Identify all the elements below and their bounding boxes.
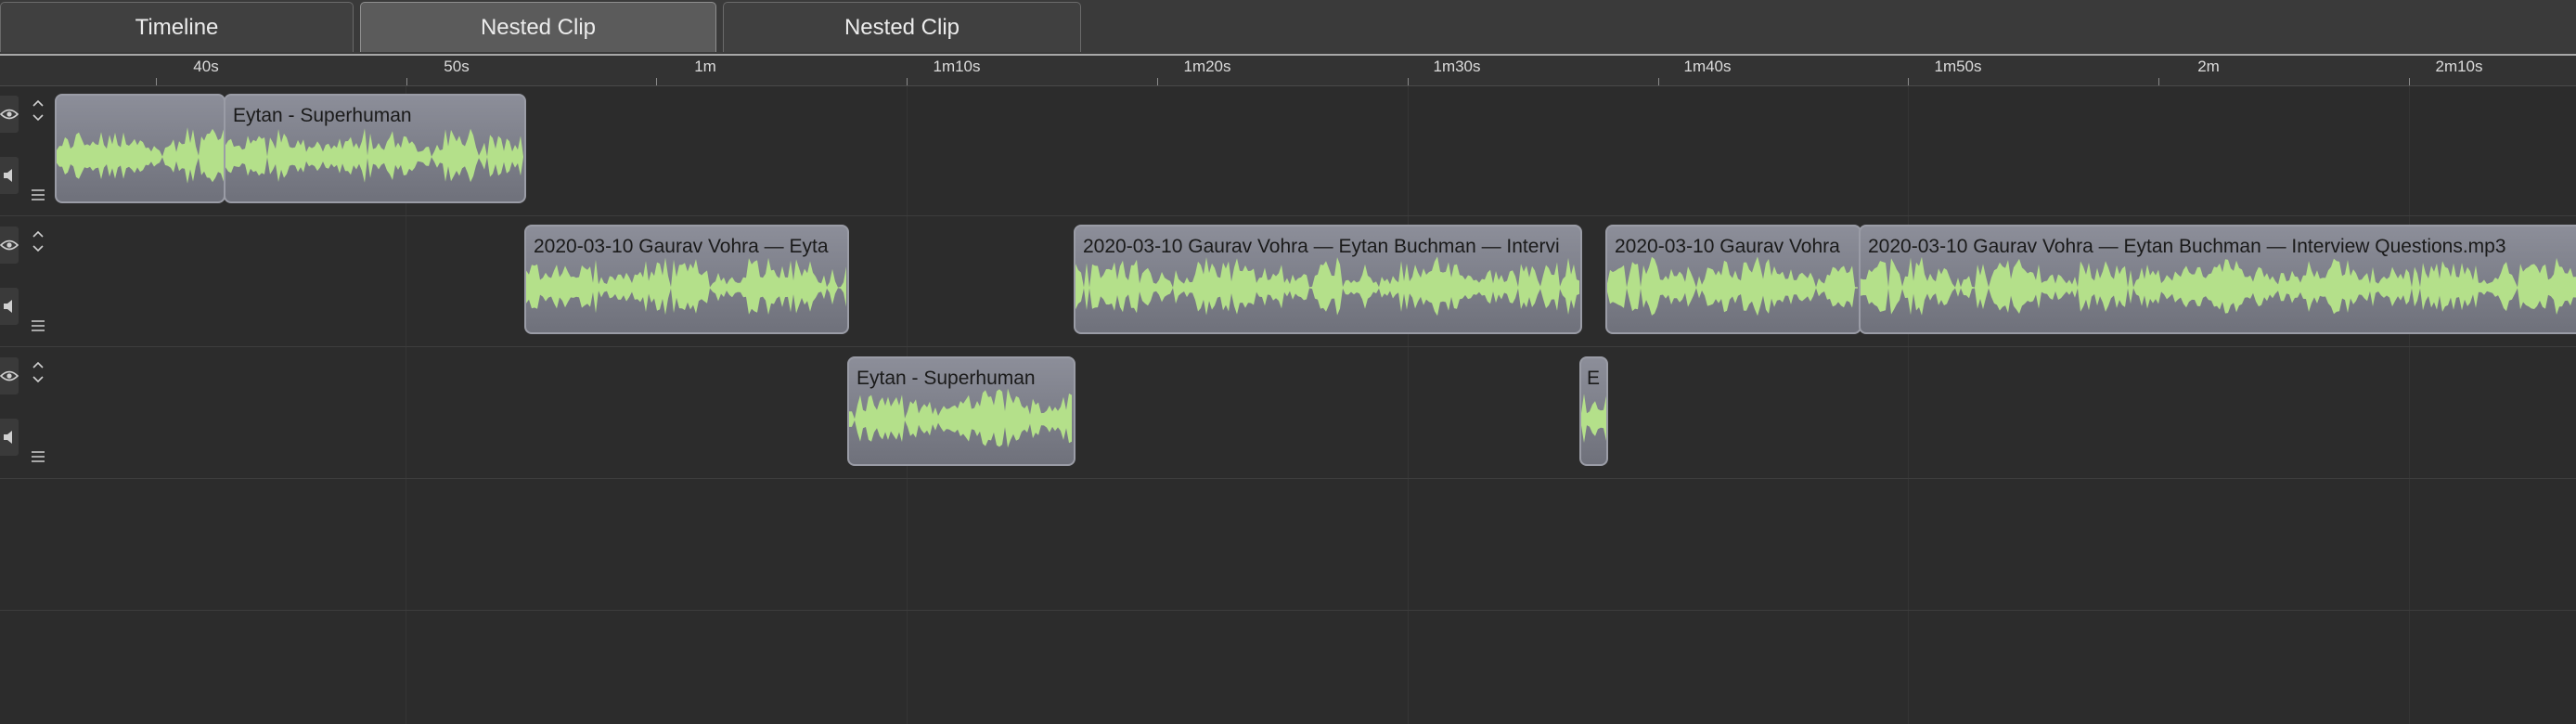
waveform bbox=[1607, 256, 1858, 317]
waveform bbox=[1861, 256, 2576, 316]
grid-line bbox=[1408, 86, 1409, 724]
waveform bbox=[526, 257, 846, 316]
speaker-icon[interactable] bbox=[0, 157, 19, 194]
track-header-2 bbox=[0, 217, 54, 347]
waveform bbox=[1075, 256, 1579, 317]
ruler-tick bbox=[1908, 78, 1909, 85]
audio-clip[interactable]: E bbox=[1579, 356, 1608, 466]
expand-collapse-icon[interactable] bbox=[32, 228, 45, 254]
track-separator bbox=[0, 346, 2576, 347]
waveform-shape bbox=[526, 257, 846, 316]
clip-title: 2020-03-10 Gaurav Vohra — Eytan Buchman … bbox=[1083, 236, 1560, 257]
audio-clip[interactable]: 2020-03-10 Gaurav Vohra bbox=[1605, 225, 1861, 334]
waveform bbox=[57, 127, 224, 184]
ruler-label: 1m30s bbox=[1433, 58, 1481, 75]
tab-nested-clip[interactable]: Nested Clip bbox=[723, 2, 1081, 52]
track-header-3 bbox=[0, 348, 54, 478]
waveform-shape bbox=[57, 127, 224, 184]
waveform-shape bbox=[1581, 394, 1606, 443]
ruler-label: 1m40s bbox=[1683, 58, 1732, 75]
track-header-1 bbox=[0, 86, 54, 216]
menu-icon[interactable] bbox=[31, 450, 45, 463]
menu-icon[interactable] bbox=[31, 319, 45, 332]
grid-line bbox=[1908, 86, 1909, 724]
ruler-label: 40s bbox=[193, 58, 219, 75]
ruler-tick bbox=[2158, 78, 2159, 85]
ruler-tick bbox=[1408, 78, 1409, 85]
speaker-icon[interactable] bbox=[0, 419, 19, 456]
audio-clip[interactable]: 2020-03-10 Gaurav Vohra — Eytan Buchman … bbox=[1074, 225, 1582, 334]
grid-line bbox=[2409, 86, 2410, 724]
clip-title: 2020-03-10 Gaurav Vohra — Eytan Buchman … bbox=[1868, 236, 2506, 257]
clip-title: 2020-03-10 Gaurav Vohra — Eyta bbox=[534, 236, 829, 257]
tab-timeline[interactable]: Timeline bbox=[0, 2, 354, 52]
tab-bar: Timeline Nested Clip Nested Clip bbox=[0, 0, 2576, 56]
track-separator bbox=[0, 478, 2576, 479]
eye-icon[interactable] bbox=[0, 226, 19, 264]
audio-clip[interactable]: Eytan - Superhuman bbox=[847, 356, 1075, 466]
track-separator bbox=[0, 215, 2576, 216]
audio-clip[interactable]: 2020-03-10 Gaurav Vohra — Eytan Buchman … bbox=[1859, 225, 2576, 334]
ruler-tick bbox=[2409, 78, 2410, 85]
menu-icon[interactable] bbox=[31, 188, 45, 201]
ruler-label: 2m bbox=[2197, 58, 2220, 75]
ruler-tick bbox=[1157, 78, 1158, 85]
ruler-tick bbox=[406, 78, 407, 85]
waveform-shape bbox=[849, 388, 1072, 448]
ruler-label: 2m10s bbox=[2435, 58, 2483, 75]
eye-icon[interactable] bbox=[0, 357, 19, 394]
audio-clip[interactable]: 2020-03-10 Gaurav Vohra — Eyta bbox=[524, 225, 849, 334]
ruler-tick bbox=[907, 78, 908, 85]
clip-title: Eytan - Superhuman bbox=[857, 368, 1036, 389]
waveform bbox=[225, 128, 523, 183]
waveform bbox=[849, 388, 1072, 448]
speaker-icon[interactable] bbox=[0, 288, 19, 325]
waveform bbox=[1581, 394, 1606, 443]
ruler-label: 1m20s bbox=[1183, 58, 1231, 75]
clip-title: Eytan - Superhuman bbox=[233, 105, 412, 126]
expand-collapse-icon[interactable] bbox=[32, 97, 45, 123]
ruler-label: 1m10s bbox=[933, 58, 981, 75]
expand-collapse-icon[interactable] bbox=[32, 359, 45, 385]
audio-clip[interactable] bbox=[55, 94, 225, 203]
ruler-label: 1m50s bbox=[1934, 58, 1982, 75]
clip-title: E bbox=[1587, 368, 1601, 389]
waveform-shape bbox=[1607, 256, 1858, 317]
audio-clip[interactable]: Eytan - Superhuman bbox=[224, 94, 526, 203]
time-ruler[interactable]: 40s 50s 1m 1m10s 1m20s 1m30s 1m40s 1m50s… bbox=[0, 56, 2576, 86]
ruler-tick bbox=[156, 78, 157, 85]
waveform-shape bbox=[1861, 256, 2576, 316]
waveform-shape bbox=[1075, 256, 1579, 317]
tab-nested-clip-active[interactable]: Nested Clip bbox=[360, 2, 716, 52]
track-separator bbox=[0, 610, 2576, 611]
ruler-tick bbox=[656, 78, 657, 85]
eye-icon[interactable] bbox=[0, 96, 19, 133]
ruler-tick bbox=[1658, 78, 1659, 85]
ruler-label: 1m bbox=[694, 58, 716, 75]
ruler-label: 50s bbox=[444, 58, 470, 75]
waveform-shape bbox=[225, 128, 523, 183]
clip-title: 2020-03-10 Gaurav Vohra bbox=[1615, 236, 1840, 257]
